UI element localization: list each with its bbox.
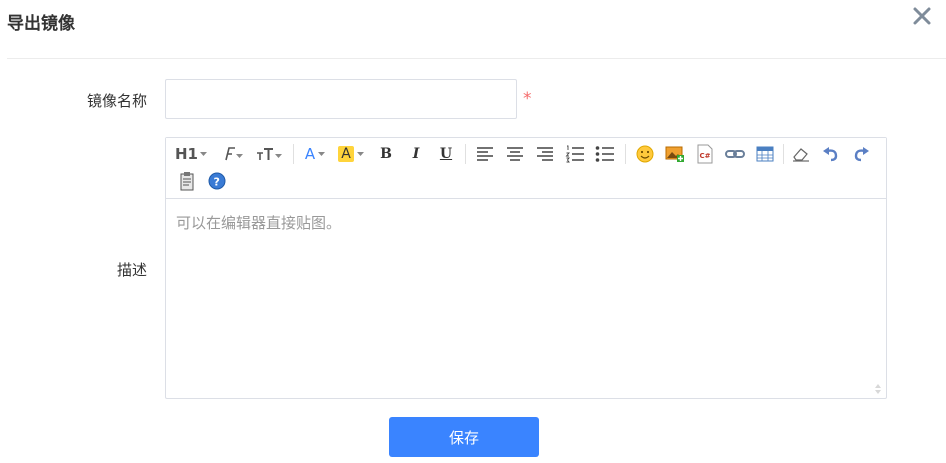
description-placeholder: 可以在编辑器直接贴图。 bbox=[176, 214, 342, 232]
image-name-input[interactable] bbox=[165, 79, 517, 119]
underline-label: U bbox=[439, 146, 453, 162]
italic-label: I bbox=[412, 146, 420, 162]
bold-button[interactable]: B bbox=[373, 143, 399, 165]
undo-icon bbox=[823, 147, 838, 162]
emoji-button[interactable] bbox=[632, 143, 658, 165]
toolbar-separator bbox=[625, 144, 626, 164]
unordered-list-icon bbox=[595, 146, 614, 162]
table-icon bbox=[756, 146, 774, 162]
close-icon bbox=[913, 7, 931, 25]
highlight-label: A bbox=[338, 146, 354, 162]
svg-text:?: ? bbox=[214, 176, 220, 189]
redo-button[interactable] bbox=[848, 143, 874, 165]
font-family-icon bbox=[225, 147, 243, 161]
resize-arrows-icon bbox=[875, 384, 881, 394]
editor-toolbar: H1 A A B I U C# ? bbox=[166, 138, 886, 199]
align-center-icon bbox=[507, 147, 523, 161]
chevron-down-icon bbox=[356, 151, 364, 156]
eraser-icon bbox=[793, 148, 809, 162]
heading-label: H1 bbox=[175, 145, 198, 163]
insert-image-button[interactable] bbox=[662, 143, 688, 165]
clipboard-icon bbox=[180, 172, 194, 191]
unordered-list-button[interactable] bbox=[592, 143, 618, 165]
align-right-icon bbox=[537, 147, 553, 161]
rich-text-editor: H1 A A B I U C# ? 可以在编辑器直接贴图。 bbox=[165, 137, 887, 399]
heading-button[interactable]: H1 bbox=[174, 143, 208, 165]
description-editor-area[interactable]: 可以在编辑器直接贴图。 bbox=[166, 200, 886, 398]
toolbar-separator bbox=[783, 144, 784, 164]
font-size-icon bbox=[257, 148, 282, 160]
save-button[interactable]: 保存 bbox=[389, 417, 539, 457]
image-icon bbox=[665, 146, 684, 162]
insert-link-button[interactable] bbox=[722, 143, 748, 165]
align-left-button[interactable] bbox=[472, 143, 498, 165]
paste-plain-button[interactable] bbox=[174, 170, 200, 192]
dialog-title: 导出镜像 bbox=[7, 14, 75, 34]
required-mark: * bbox=[523, 89, 532, 109]
clear-format-button[interactable] bbox=[788, 143, 814, 165]
link-icon bbox=[725, 150, 745, 158]
name-label: 镜像名称 bbox=[86, 92, 147, 110]
align-right-button[interactable] bbox=[532, 143, 558, 165]
insert-table-button[interactable] bbox=[752, 143, 778, 165]
ordered-list-button[interactable] bbox=[562, 143, 588, 165]
ordered-list-icon bbox=[565, 145, 584, 163]
underline-button[interactable]: U bbox=[433, 143, 459, 165]
chevron-down-icon bbox=[200, 151, 207, 156]
undo-button[interactable] bbox=[818, 143, 844, 165]
bold-label: B bbox=[380, 146, 392, 162]
toolbar-separator bbox=[293, 144, 294, 164]
help-icon: ? bbox=[208, 172, 226, 190]
highlight-button[interactable]: A bbox=[336, 143, 366, 165]
help-button[interactable]: ? bbox=[204, 170, 230, 192]
toolbar-separator bbox=[465, 144, 466, 164]
close-button[interactable] bbox=[908, 2, 936, 30]
svg-text:C#: C# bbox=[700, 152, 711, 160]
italic-button[interactable]: I bbox=[403, 143, 429, 165]
chevron-down-icon bbox=[318, 151, 326, 156]
description-label: 描述 bbox=[116, 261, 147, 279]
header-divider bbox=[7, 58, 946, 59]
align-center-button[interactable] bbox=[502, 143, 528, 165]
code-icon: C# bbox=[697, 144, 713, 164]
font-size-button[interactable] bbox=[252, 143, 284, 165]
smiley-icon bbox=[636, 145, 654, 163]
font-family-button[interactable] bbox=[216, 143, 246, 165]
font-color-label: A bbox=[304, 145, 316, 163]
insert-code-button[interactable]: C# bbox=[692, 143, 718, 165]
align-left-icon bbox=[477, 147, 493, 161]
redo-icon bbox=[854, 147, 869, 162]
font-color-button[interactable]: A bbox=[300, 143, 330, 165]
